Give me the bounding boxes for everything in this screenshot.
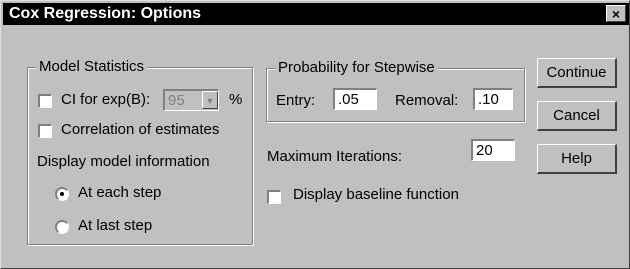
- radio-at-last-step-label: At last step: [78, 217, 153, 234]
- max-iterations-input[interactable]: 20: [471, 139, 515, 161]
- cancel-button[interactable]: Cancel: [537, 101, 617, 131]
- entry-input[interactable]: .05: [333, 88, 377, 110]
- ci-percent-unit: %: [229, 91, 243, 108]
- cox-regression-options-dialog: Cox Regression: Options × Model Statisti…: [0, 0, 630, 269]
- correlation-checkbox[interactable]: [38, 124, 52, 138]
- stepwise-probability-title: Probability for Stepwise: [275, 59, 438, 76]
- removal-input[interactable]: .10: [473, 88, 513, 110]
- close-icon: ×: [611, 6, 621, 22]
- ci-label: CI for exp(B):: [61, 91, 151, 108]
- ci-level-value: 95: [168, 92, 185, 109]
- title-bar[interactable]: Cox Regression: Options ×: [3, 3, 629, 25]
- close-button[interactable]: ×: [606, 5, 626, 22]
- baseline-checkbox[interactable]: [267, 190, 281, 204]
- continue-button[interactable]: Continue: [537, 58, 617, 88]
- entry-label: Entry:: [276, 92, 316, 109]
- correlation-label: Correlation of estimates: [61, 121, 220, 138]
- ci-level-dropdown[interactable]: 95 ▼: [163, 89, 219, 111]
- radio-at-last-step[interactable]: [55, 220, 69, 234]
- model-statistics-title: Model Statistics: [36, 58, 148, 75]
- entry-value: .05: [338, 91, 359, 108]
- help-button-label: Help: [561, 150, 592, 167]
- baseline-label: Display baseline function: [293, 186, 459, 203]
- chevron-down-icon[interactable]: ▼: [202, 91, 218, 109]
- removal-label: Removal:: [395, 92, 459, 109]
- max-iterations-value: 20: [476, 142, 493, 159]
- max-iterations-label: Maximum Iterations:: [267, 148, 403, 165]
- continue-button-label: Continue: [546, 64, 607, 81]
- cancel-button-label: Cancel: [553, 107, 600, 124]
- help-button[interactable]: Help: [537, 144, 617, 174]
- window-title: Cox Regression: Options: [9, 5, 202, 22]
- removal-value: .10: [478, 91, 499, 108]
- radio-at-each-step-label: At each step: [78, 184, 162, 201]
- display-model-info-label: Display model information: [37, 153, 210, 170]
- ci-checkbox[interactable]: [38, 94, 52, 108]
- radio-at-each-step[interactable]: [55, 187, 69, 201]
